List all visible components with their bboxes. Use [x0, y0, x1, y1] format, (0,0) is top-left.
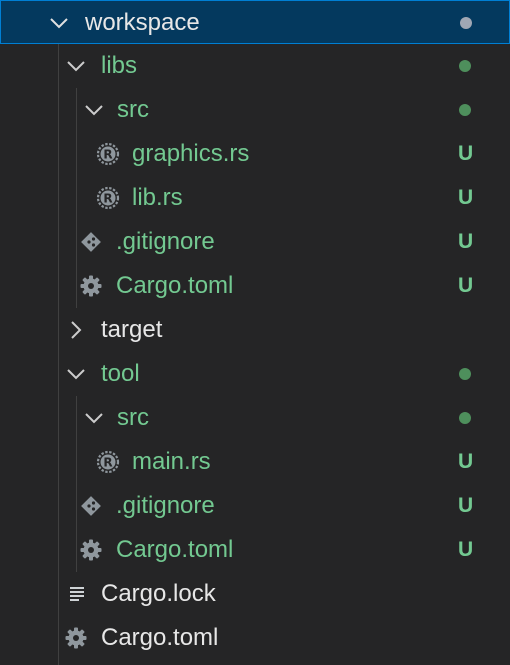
tree-item-label: Cargo.lock — [101, 580, 216, 607]
chevron-right-icon[interactable] — [64, 318, 88, 342]
untracked-dot — [459, 412, 471, 424]
tree-item-label: Cargo.toml — [116, 272, 234, 299]
tree-item-label: .gitignore — [116, 228, 215, 255]
untracked-badge: U — [458, 450, 474, 473]
untracked-badge: U — [458, 538, 474, 561]
untracked-badge: U — [458, 494, 474, 517]
chevron-down-icon[interactable] — [82, 406, 106, 430]
tree-item-target[interactable]: target — [0, 308, 510, 352]
tree-item-graphics-rs[interactable]: R graphics.rs U — [0, 132, 510, 176]
chevron-down-icon[interactable] — [64, 54, 88, 78]
untracked-dot — [459, 60, 471, 72]
gear-icon — [79, 538, 103, 562]
lines-icon — [66, 582, 90, 606]
untracked-dot — [459, 104, 471, 116]
untracked-badge: U — [458, 230, 474, 253]
chevron-down-icon[interactable] — [47, 11, 71, 35]
tree-item-label: main.rs — [132, 448, 211, 475]
tree-item-label: Cargo.toml — [116, 536, 234, 563]
rust-icon: R — [96, 142, 120, 166]
rust-icon: R — [96, 450, 120, 474]
tree-item-label: libs — [101, 52, 138, 79]
tree-item-label: Cargo.toml — [101, 624, 219, 651]
tree-item-label: .gitignore — [116, 492, 215, 519]
gear-icon — [79, 274, 103, 298]
svg-text:R: R — [103, 456, 112, 470]
tree-item-libs-src[interactable]: src — [0, 88, 510, 132]
file-explorer: workspace libs src R graphics.rs U R lib… — [0, 0, 510, 665]
tree-item-label: lib.rs — [132, 184, 183, 211]
tree-item-libs[interactable]: libs — [0, 44, 510, 88]
untracked-dot — [459, 368, 471, 380]
tree-item-label: src — [117, 96, 149, 123]
untracked-badge: U — [458, 274, 474, 297]
untracked-badge: U — [458, 186, 474, 209]
tree-item-label: target — [101, 316, 163, 343]
tree-item-label: src — [117, 404, 149, 431]
tree-item-workspace[interactable]: workspace — [0, 0, 510, 44]
chevron-down-icon[interactable] — [64, 362, 88, 386]
tree-item-tool-src[interactable]: src — [0, 396, 510, 440]
tree-item-cargo-lock[interactable]: Cargo.lock — [0, 572, 510, 616]
tree-item-tool-cargo-toml[interactable]: Cargo.toml U — [0, 528, 510, 572]
git-icon — [79, 230, 103, 254]
svg-text:R: R — [103, 192, 112, 206]
modified-dot — [460, 17, 472, 29]
tree-item-label: graphics.rs — [132, 140, 250, 167]
chevron-down-icon[interactable] — [82, 98, 106, 122]
svg-text:R: R — [103, 148, 112, 162]
gear-icon — [64, 626, 88, 650]
tree-item-tool[interactable]: tool — [0, 352, 510, 396]
untracked-badge: U — [458, 142, 474, 165]
tree-item-label: workspace — [85, 9, 200, 36]
tree-item-libs-gitignore[interactable]: .gitignore U — [0, 220, 510, 264]
tree-item-lib-rs[interactable]: R lib.rs U — [0, 176, 510, 220]
tree-item-main-rs[interactable]: R main.rs U — [0, 440, 510, 484]
tree-item-label: tool — [101, 360, 140, 387]
tree-item-cargo-toml[interactable]: Cargo.toml — [0, 616, 510, 660]
rust-icon: R — [96, 186, 120, 210]
tree-item-libs-cargo-toml[interactable]: Cargo.toml U — [0, 264, 510, 308]
tree-item-tool-gitignore[interactable]: .gitignore U — [0, 484, 510, 528]
git-icon — [79, 494, 103, 518]
